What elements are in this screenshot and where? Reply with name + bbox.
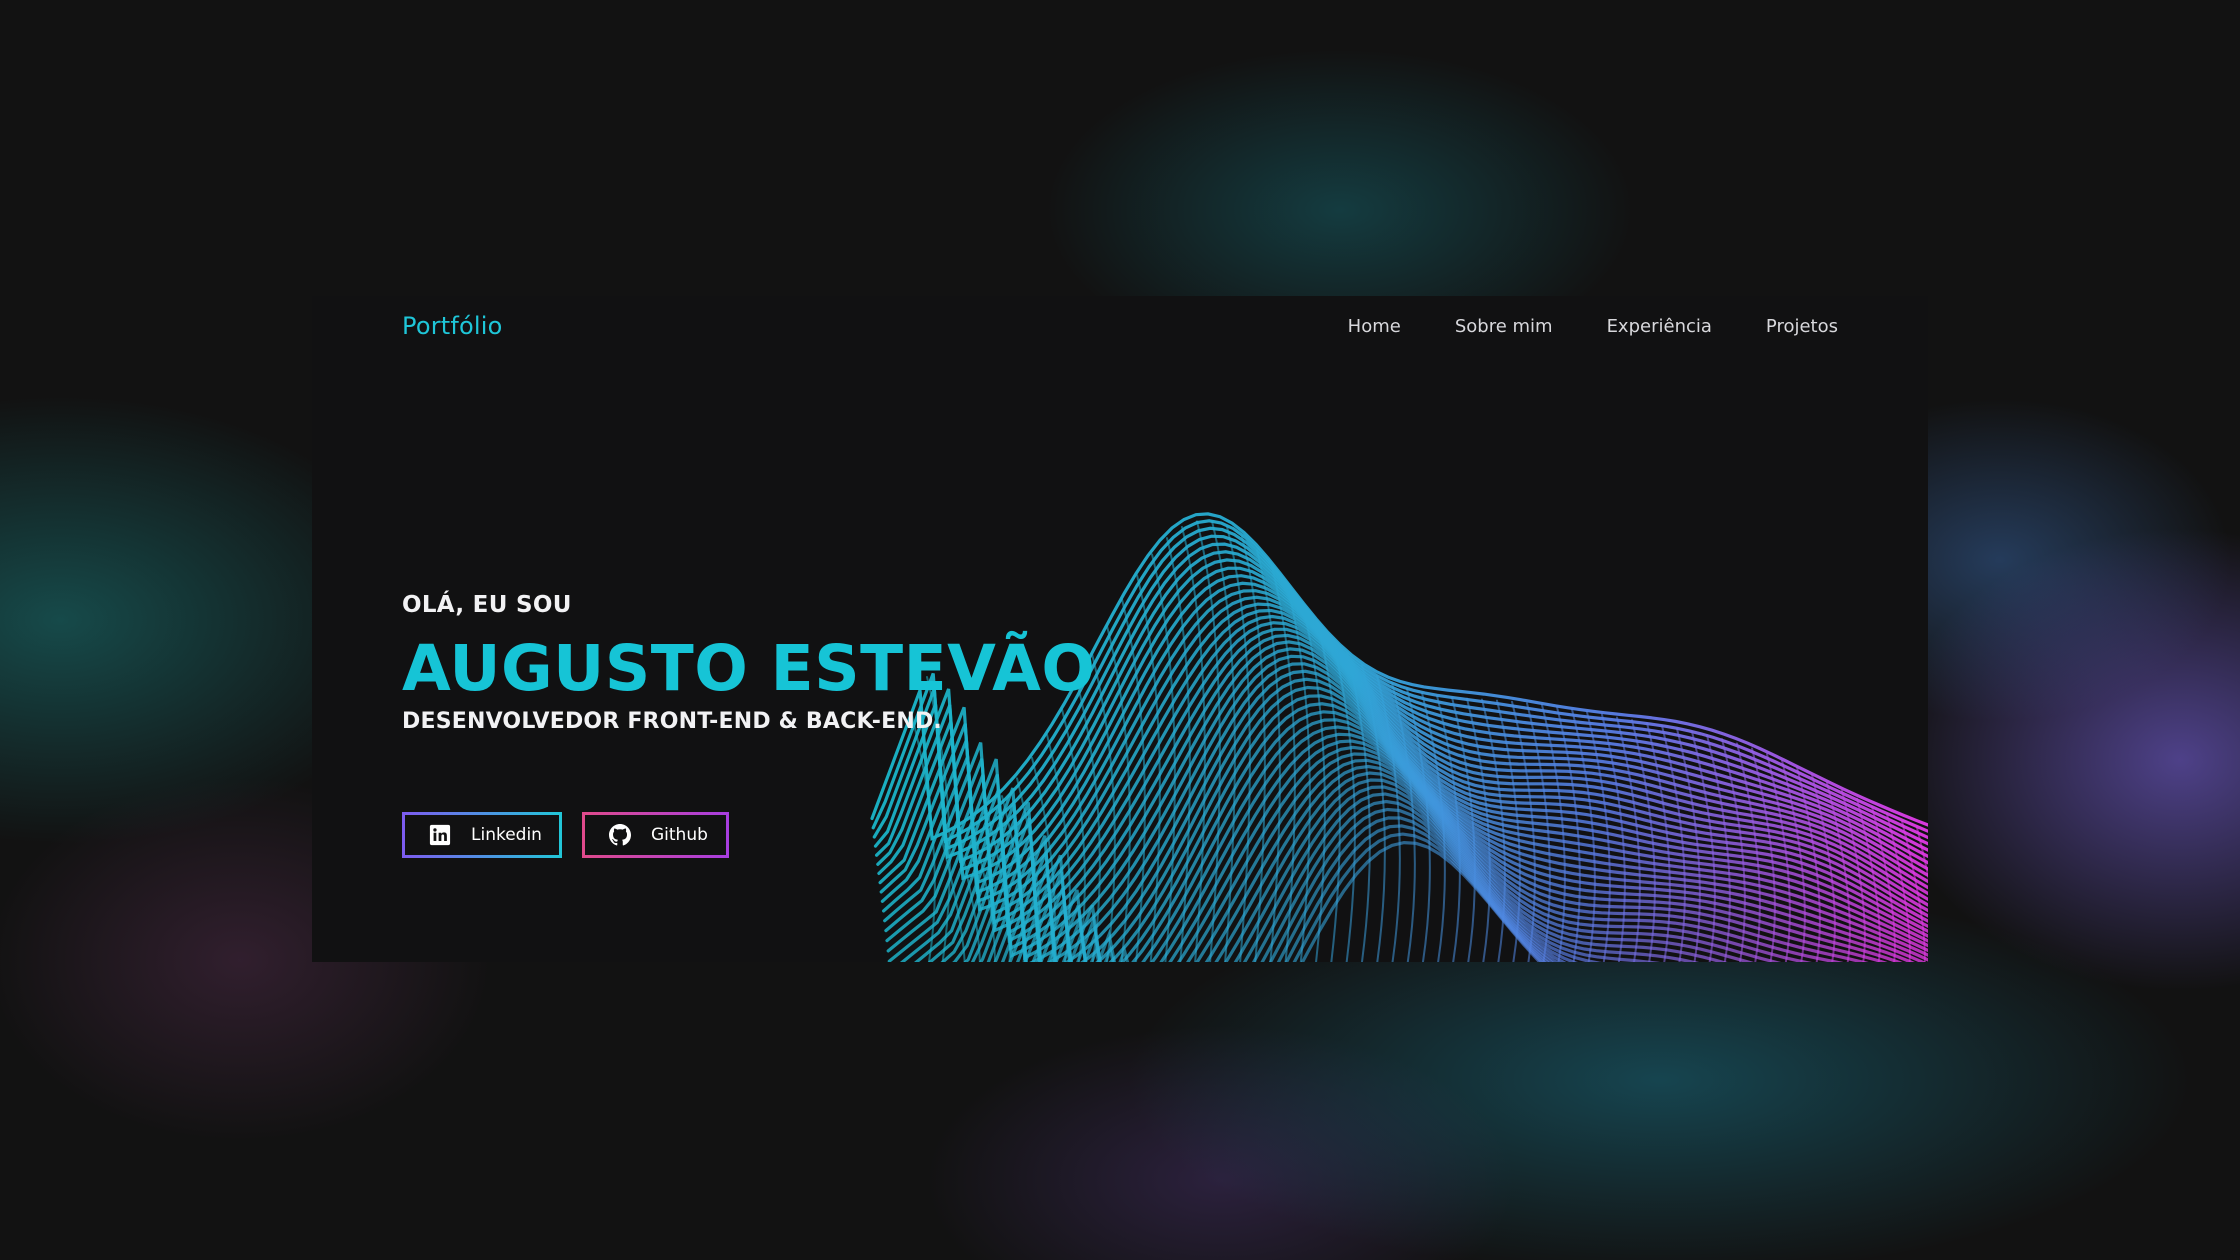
hero-name: AUGUSTO ESTEVÃO — [402, 632, 1096, 705]
linkedin-button[interactable]: Linkedin — [402, 812, 562, 858]
hero-role: DESENVOLVEDOR FRONT-END & BACK-END. — [402, 709, 942, 734]
nav-item-experiencia[interactable]: Experiência — [1607, 316, 1712, 337]
linkedin-icon — [429, 824, 451, 846]
nav-item-home[interactable]: Home — [1348, 316, 1401, 337]
github-icon — [609, 824, 631, 846]
main-nav: Home Sobre mim Experiência Projetos — [1348, 316, 1838, 337]
brand-logo[interactable]: Portfólio — [402, 312, 503, 340]
linkedin-button-label: Linkedin — [471, 825, 542, 845]
hero-section: OLÁ, EU SOU AUGUSTO ESTEVÃO DESENVOLVEDO… — [402, 592, 1095, 734]
github-button-label: Github — [651, 825, 708, 845]
site-header: Portfólio Home Sobre mim Experiência Pro… — [402, 296, 1838, 356]
nav-item-sobre-mim[interactable]: Sobre mim — [1455, 316, 1553, 337]
portfolio-page: Portfólio Home Sobre mim Experiência Pro… — [312, 296, 1928, 962]
social-buttons: Linkedin Github — [402, 812, 729, 858]
nav-item-projetos[interactable]: Projetos — [1766, 316, 1838, 337]
github-button[interactable]: Github — [582, 812, 729, 858]
hero-greeting: OLÁ, EU SOU — [402, 592, 572, 618]
